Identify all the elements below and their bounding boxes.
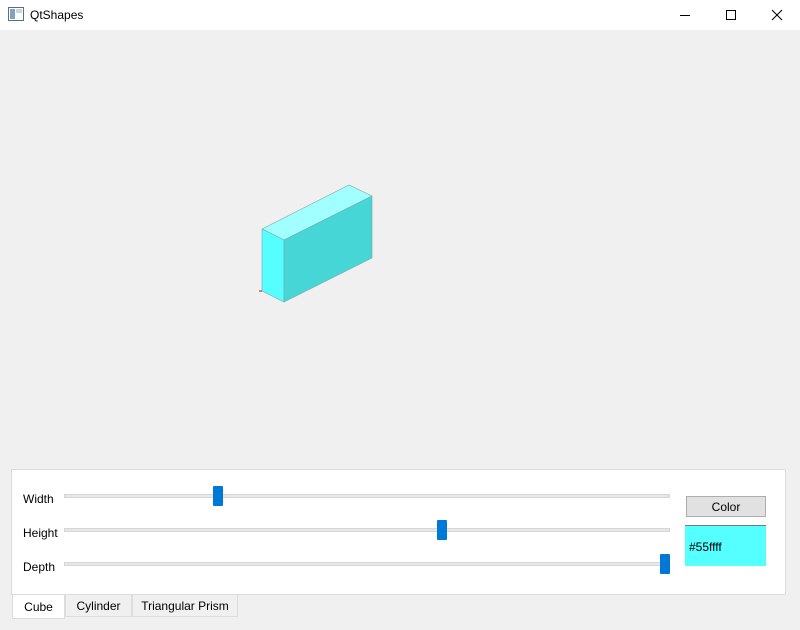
cube-shape (259, 184, 373, 303)
minimize-button[interactable] (662, 0, 708, 30)
tab-cylinder[interactable]: Cylinder (65, 595, 132, 617)
cube-front-face (261, 228, 285, 303)
tab-cube[interactable]: Cube (12, 595, 65, 619)
tab-triangular-prism[interactable]: Triangular Prism (132, 595, 238, 617)
minimize-icon (680, 15, 690, 16)
color-swatch: #55ffff (685, 525, 766, 566)
width-label: Width (23, 492, 54, 506)
close-icon (771, 9, 783, 21)
width-slider-thumb[interactable] (213, 486, 223, 506)
close-button[interactable] (754, 0, 800, 30)
window-title: QtShapes (30, 8, 84, 22)
height-slider-thumb[interactable] (436, 520, 447, 540)
color-hex-value: #55ffff (689, 540, 722, 554)
qt-app-icon (8, 7, 24, 21)
title-bar: QtShapes (0, 0, 800, 30)
shape-viewport[interactable] (0, 30, 800, 470)
height-slider-track[interactable] (64, 528, 670, 532)
tab-label: Triangular Prism (141, 598, 229, 613)
color-button[interactable]: Color (686, 496, 766, 517)
width-slider-track[interactable] (64, 494, 670, 498)
maximize-button[interactable] (708, 0, 754, 30)
depth-slider-track[interactable] (64, 562, 670, 566)
depth-label: Depth (23, 560, 56, 574)
maximize-icon (726, 10, 736, 20)
tab-label: Cube (24, 599, 53, 614)
tab-label: Cylinder (76, 598, 121, 613)
control-panel: Width Height Depth Color #55ffff (11, 469, 786, 595)
depth-slider-thumb[interactable] (660, 554, 670, 574)
height-label: Height (23, 526, 58, 540)
